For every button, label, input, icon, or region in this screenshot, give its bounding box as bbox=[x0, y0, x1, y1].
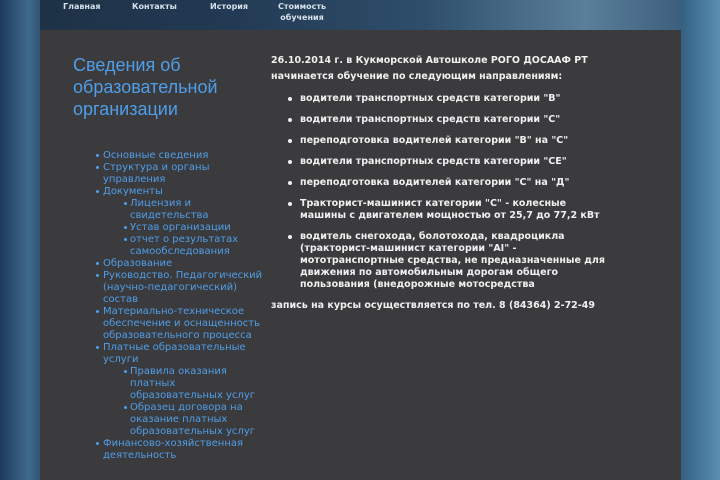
sidebar-menu: Основные сведения Структура и органы упр… bbox=[73, 150, 263, 462]
nav-pricing[interactable]: Стоимость обучения bbox=[276, 1, 328, 23]
nav-home[interactable]: Главная bbox=[63, 1, 100, 12]
direction-item: водитель снегохода, болотохода, квадроци… bbox=[288, 231, 611, 291]
sidebar-subitem-self-report: отчет о результатах самообследования bbox=[124, 234, 263, 258]
sidebar-link[interactable]: Лицензия и свидетельства bbox=[130, 198, 263, 222]
direction-item: водители транспортных средств категории … bbox=[288, 156, 611, 168]
direction-item: водители транспортных средств категории … bbox=[288, 114, 611, 126]
directions-list: водители транспортных средств категории … bbox=[271, 93, 611, 291]
sidebar-item-documents: Документы Лицензия и свидетельства Устав… bbox=[96, 186, 263, 258]
signup-text: запись на курсы осуществляется по тел. 8… bbox=[271, 300, 595, 311]
sidebar-item-finance: Финансово-хозяйственная деятельность bbox=[96, 438, 263, 462]
sidebar: Сведения об образовательной организации … bbox=[73, 54, 263, 462]
sidebar-link[interactable]: Устав организации bbox=[130, 222, 263, 234]
nav-history[interactable]: История bbox=[210, 1, 248, 12]
direction-item: переподготовка водителей категории "В" н… bbox=[288, 135, 611, 147]
sidebar-link[interactable]: Правила оказания платных образовательных… bbox=[130, 366, 263, 402]
sidebar-link[interactable]: Образование bbox=[103, 258, 263, 270]
direction-item: водители транспортных средств категории … bbox=[288, 93, 611, 105]
sidebar-subitem-license: Лицензия и свидетельства bbox=[124, 198, 263, 222]
main-nav: Главная Контакты История Стоимость обуче… bbox=[40, 0, 681, 30]
top-navigation-bar: Главная Контакты История Стоимость обуче… bbox=[40, 0, 681, 30]
sidebar-subitem-rules: Правила оказания платных образовательных… bbox=[124, 366, 263, 402]
sidebar-item-staff: Руководство. Педагогический (научно-педа… bbox=[96, 270, 263, 306]
sidebar-link[interactable]: Структура и органы управления bbox=[103, 162, 263, 186]
sidebar-subitem-charter: Устав организации bbox=[124, 222, 263, 234]
direction-item: переподготовка водителей категории "С" н… bbox=[288, 177, 611, 189]
direction-item: Тракторист-машинист категории "С" - коле… bbox=[288, 198, 611, 222]
sidebar-item-paid-services: Платные образовательные услуги Правила о… bbox=[96, 342, 263, 438]
sidebar-link[interactable]: Финансово-хозяйственная деятельность bbox=[103, 438, 263, 462]
sidebar-link[interactable]: Материально-техническое обеспечение и ос… bbox=[103, 306, 263, 342]
sidebar-submenu-paid-services: Правила оказания платных образовательных… bbox=[103, 366, 263, 438]
sidebar-submenu-documents: Лицензия и свидетельства Устав организац… bbox=[103, 198, 263, 258]
main-content: 26.10.2014 г. в Кукморской Автошколе РОГ… bbox=[271, 53, 611, 312]
sidebar-item-structure: Структура и органы управления bbox=[96, 162, 263, 186]
sidebar-link[interactable]: Основные сведения bbox=[103, 150, 263, 162]
sidebar-title: Сведения об образовательной организации bbox=[73, 55, 218, 119]
sidebar-link[interactable]: Руководство. Педагогический (научно-педа… bbox=[103, 270, 263, 306]
intro-text: 26.10.2014 г. в Кукморской Автошколе РОГ… bbox=[271, 55, 588, 82]
sidebar-item-equipment: Материально-техническое обеспечение и ос… bbox=[96, 306, 263, 342]
sidebar-link[interactable]: Образец договора на оказание платных обр… bbox=[130, 402, 263, 438]
sidebar-link[interactable]: Платные образовательные услуги bbox=[103, 342, 263, 366]
sidebar-item-basic-info: Основные сведения bbox=[96, 150, 263, 162]
sidebar-item-education: Образование bbox=[96, 258, 263, 270]
sidebar-link[interactable]: Документы bbox=[103, 186, 263, 198]
main-panel: Сведения об образовательной организации … bbox=[40, 30, 681, 480]
sidebar-subitem-contract: Образец договора на оказание платных обр… bbox=[124, 402, 263, 438]
nav-contacts[interactable]: Контакты bbox=[132, 1, 177, 12]
sidebar-link[interactable]: отчет о результатах самообследования bbox=[130, 234, 263, 258]
